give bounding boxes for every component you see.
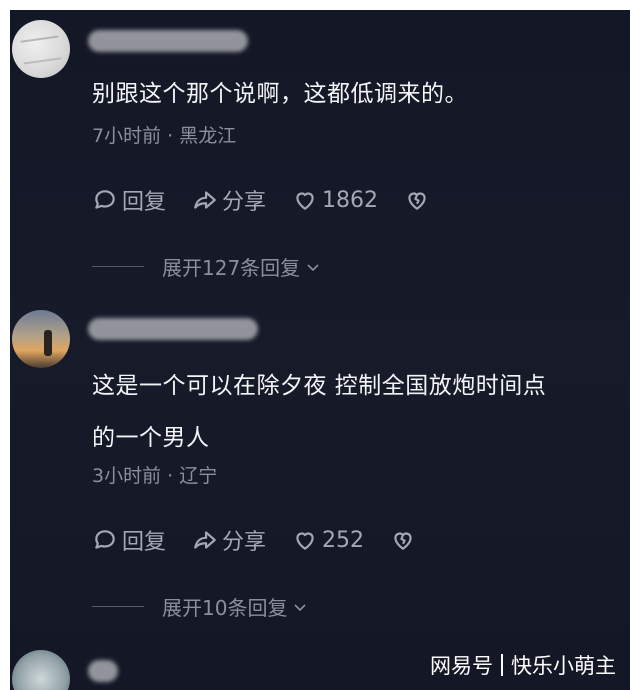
like-count: 252 [322,527,365,553]
expand-label: 展开127条回复 [162,256,301,280]
broken-heart-icon [408,192,426,210]
comment-screen: 别跟这个那个说啊，这都低调来的。 7小时前 · 黑龙江 回复 分享 1862 展… [10,10,630,690]
username-redacted [88,30,248,52]
chevron-down-icon [294,603,307,611]
comment-text: 别跟这个那个说啊，这都低调来的。 [92,81,468,107]
share-arrow-icon [194,531,216,549]
reply-button[interactable]: 回复 [92,524,166,556]
reply-button[interactable]: 回复 [92,184,166,216]
broken-heart-icon [394,532,412,550]
watermark-separator [501,654,503,676]
comment-meta: 3小时前 · 辽宁 [92,465,218,487]
expand-label: 展开10条回复 [162,596,288,620]
expand-replies-button[interactable]: 展开127条回复 [92,252,320,281]
comment-meta: 7小时前 · 黑龙江 [92,125,237,147]
share-label: 分享 [222,190,267,215]
reply-label: 回复 [122,190,167,215]
watermark-source: 网易号 [430,654,493,678]
watermark: 网易号 快乐小萌主 [430,650,616,680]
avatar[interactable] [12,310,70,368]
username-redacted [88,318,258,340]
comment-text: 这是一个可以在除夕夜 控制全国放炮时间点 的一个男人 [92,373,547,451]
comment-actions: 回复 分享 1862 [92,184,430,216]
avatar[interactable] [12,20,70,78]
dislike-button[interactable] [390,527,416,553]
heart-icon [296,532,314,550]
reply-label: 回复 [122,530,167,555]
heart-icon [296,192,314,210]
expand-replies-button[interactable]: 展开10条回复 [92,592,307,621]
comment-actions: 回复 分享 252 [92,524,416,556]
avatar[interactable] [12,650,70,690]
share-button[interactable]: 分享 [192,184,266,216]
comment-bubble-icon [95,190,115,209]
divider [92,266,144,267]
like-button[interactable]: 1862 [292,187,378,213]
like-count: 1862 [322,187,379,213]
share-arrow-icon [194,191,216,209]
divider [92,606,144,607]
dislike-button[interactable] [404,187,430,213]
share-button[interactable]: 分享 [192,524,266,556]
chevron-down-icon [307,263,319,271]
watermark-author: 快乐小萌主 [511,654,616,678]
like-button[interactable]: 252 [292,527,364,553]
username-redacted [88,660,118,682]
share-label: 分享 [222,530,267,555]
comment-bubble-icon [95,530,115,549]
